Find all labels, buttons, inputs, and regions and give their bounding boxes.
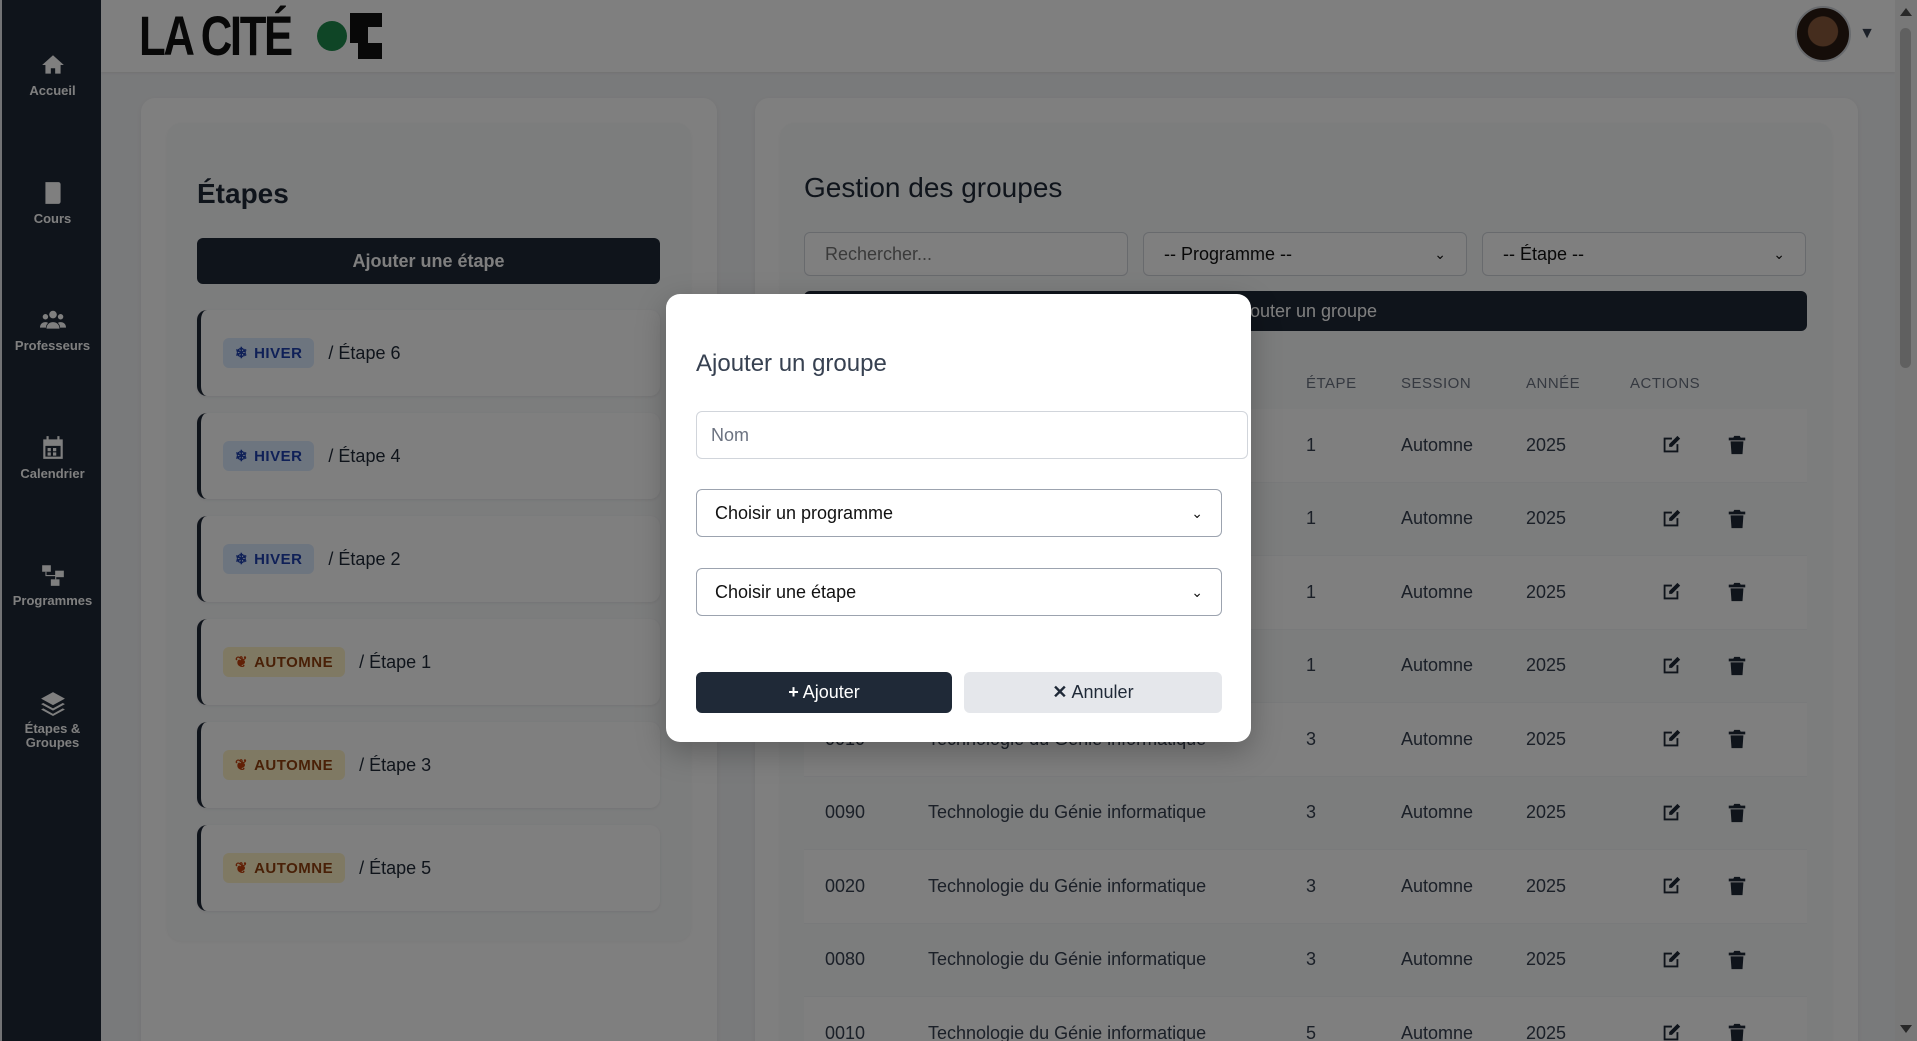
add-groupe-modal: Ajouter un groupe Choisir un programme ⌄… — [666, 294, 1251, 742]
modal-title: Ajouter un groupe — [696, 350, 887, 377]
chevron-down-icon: ⌄ — [1191, 583, 1203, 600]
nom-input[interactable] — [696, 411, 1248, 459]
close-icon: ✕ — [1052, 682, 1068, 702]
chevron-down-icon: ⌄ — [1191, 504, 1203, 521]
ajouter-button[interactable]: + Ajouter — [696, 672, 952, 713]
annuler-label: Annuler — [1071, 682, 1134, 702]
etape-select[interactable]: Choisir une étape ⌄ — [696, 568, 1222, 616]
plus-icon: + — [788, 682, 799, 702]
programme-select[interactable]: Choisir un programme ⌄ — [696, 489, 1222, 537]
ajouter-label: Ajouter — [802, 682, 860, 702]
annuler-button[interactable]: ✕ Annuler — [964, 672, 1222, 713]
etape-select-value: Choisir une étape — [715, 581, 857, 602]
programme-select-value: Choisir un programme — [715, 502, 894, 523]
